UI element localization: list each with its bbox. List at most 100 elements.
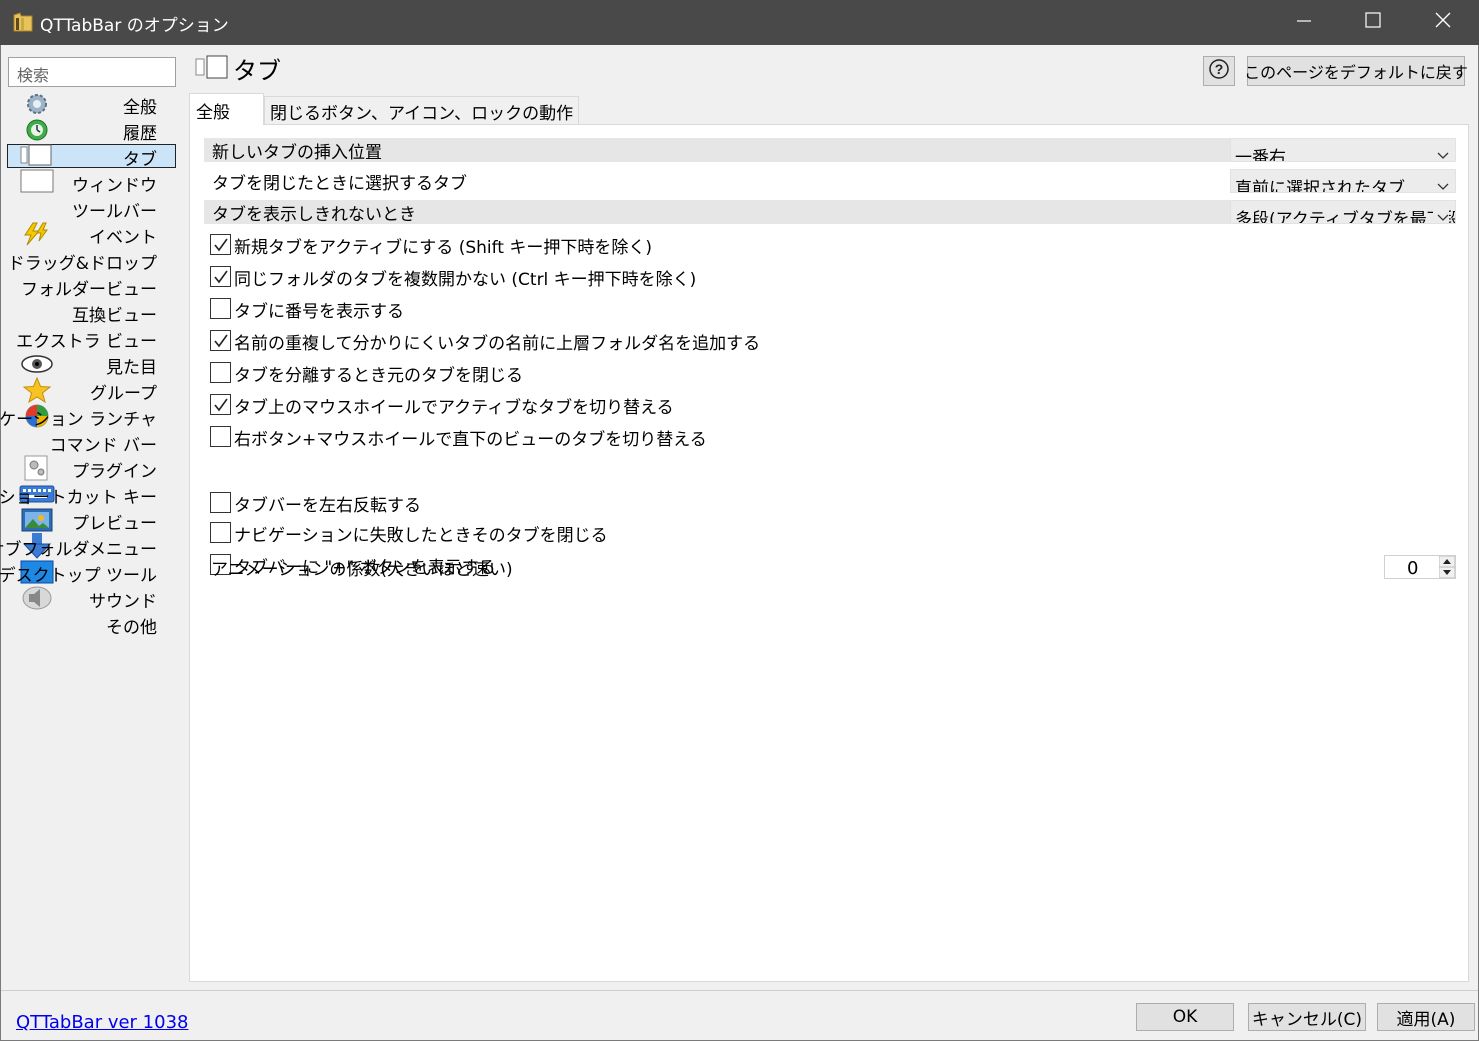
apply-button[interactable]: 適用(A) [1377,1003,1475,1031]
checkbox-label: 名前の重複して分かりにくいタブの名前に上層フォルダ名を追加する [234,334,761,354]
sidebar-item-label: コマンド バー [49,436,157,456]
sidebar-item[interactable]: プラグイン [1,455,181,482]
chevron-down-icon [1433,207,1449,223]
sidebar-item-label: ツールバー [72,202,157,222]
sidebar-item[interactable]: エクストラ ビュー [1,325,181,352]
checkbox-box[interactable] [210,362,231,383]
sidebar-item[interactable]: アプリケーション ランチャ [0,403,181,430]
search-input[interactable]: 検索 [8,57,176,87]
preview-icon [19,507,55,533]
maximize-icon [1365,12,1381,33]
ok-button[interactable]: OK [1136,1003,1234,1031]
checkbox-box[interactable] [210,330,231,351]
sidebar-item[interactable]: タブ [1,143,181,170]
tab-close-button-behavior[interactable]: 閉じるボタン、アイコン、ロックの動作 [264,96,580,125]
dropdown-value: 多段(アクティブタブを最下段) [1235,210,1456,224]
checkbox-box[interactable] [210,394,231,415]
lightning-icon [19,221,55,247]
chevron-down-icon [1437,145,1449,161]
checkbox-label: タブ上のマウスホイールでアクティブなタブを切り替える [234,398,674,418]
reset-defaults-button[interactable]: このページをデフォルトに戻す [1244,56,1468,86]
checkbox-label: タブに番号を表示する [234,302,404,322]
setting-row-overflow: タブを表示しきれないとき 多段(アクティブタブを最下段) [204,200,1456,225]
eye-icon [19,351,55,377]
dropdown-value: 一番右 [1235,148,1286,162]
sidebar-item-label: その他 [106,618,157,638]
close-icon [1435,12,1451,33]
category-list: 全般履歴タブウィンドウツールバーイベント ドラッグ&ドロップフォルダービュー 互換ビ… [0,91,181,638]
select-after-close-dropdown[interactable]: 直前に選択されたタブ [1230,169,1456,193]
sidebar-item[interactable]: デスクトップ ツール [0,559,181,586]
checkbox-label: タブバーを左右反転する [234,496,421,516]
sidebar-item[interactable]: サブフォルダメニュー [0,533,181,560]
sidebar-item-label: 履歴 [123,124,157,144]
sidebar-item[interactable]: サウンド [1,585,181,612]
sidebar-item[interactable]: プレビュー [1,507,181,534]
sidebar-item-label: 全般 [123,98,157,118]
sidebar-item[interactable]: ツールバー [1,195,181,222]
sidebar-item[interactable]: 全般 [1,91,181,118]
window-icon [19,169,55,195]
setting-row-select-after-close: タブを閉じたときに選択するタブ 直前に選択されたタブ [204,169,1456,194]
sidebar-item-label: フォルダービュー [21,280,157,300]
insert-position-dropdown[interactable]: 一番右 [1230,138,1456,162]
folder-app-icon [12,10,34,34]
close-button[interactable] [1408,0,1478,45]
tab-panel: 新しいタブの挿入位置 一番右 タブを閉じたときに選択するタブ 直前に選択されたタ… [189,124,1469,982]
checkbox-label: 右ボタン+マウスホイールで直下のビューのタブを切り替える [234,430,707,450]
setting-label: タブを閉じたときに選択するタブ [212,174,467,194]
sidebar-item[interactable]: グループ [1,376,181,404]
setting-row-insert-position: 新しいタブの挿入位置 一番右 [204,138,1456,163]
setting-label: 新しいタブの挿入位置 [212,143,382,163]
sidebar-item-label: ショートカット キー [0,488,157,508]
checkbox-box[interactable] [210,522,231,543]
cancel-button[interactable]: キャンセル(C) [1248,1003,1366,1031]
minimize-button[interactable] [1269,0,1339,45]
checkbox-box[interactable] [210,266,231,287]
sidebar-item[interactable]: ショートカット キー [0,481,181,508]
speaker-icon [19,585,55,611]
sidebar-item-label: ウィンドウ [72,176,157,196]
checkbox-label: タブを分離するとき元のタブを閉じる [234,366,523,386]
sidebar-item-label: グループ [90,384,157,404]
spinner-buttons[interactable] [1438,555,1456,579]
sidebar-item[interactable]: その他 [1,611,181,638]
tab-general[interactable]: 全般 [189,93,264,125]
plugin-icon [19,455,55,481]
version-link[interactable]: QTTabBar ver 1038 [16,1012,188,1033]
setting-label: タブを表示しきれないとき [212,205,416,225]
animation-speed-spinner[interactable]: 0 [1384,555,1456,579]
sidebar-item[interactable]: ウィンドウ [1,169,181,196]
help-button[interactable]: ? [1203,56,1235,86]
spinner-value: 0 [1407,558,1419,579]
dropdown-value: 直前に選択されたタブ [1235,179,1405,193]
maximize-button[interactable] [1338,0,1408,45]
sidebar-item-label: アプリケーション ランチャ [0,410,157,430]
sidebar-item-label: タブ [123,150,157,170]
sidebar-item[interactable]: 履歴 [1,117,181,144]
tab-icon [195,55,229,79]
svg-text:?: ? [1215,61,1224,77]
checkbox-box[interactable] [210,234,231,255]
sidebar-item-label: デスクトップ ツール [0,566,157,586]
tab-icon [19,143,55,169]
sidebar-item[interactable]: 互換ビュー [1,299,181,326]
window-title: QTTabBar のオプション [40,16,229,36]
sidebar-item[interactable]: 見た目 [1,351,181,378]
checkbox-box[interactable] [210,492,231,513]
checkbox-box[interactable] [210,426,231,447]
overflow-dropdown[interactable]: 多段(アクティブタブを最下段) [1230,200,1456,224]
checkbox-label: 同じフォルダのタブを複数開かない (Ctrl キー押下時を除く) [234,270,697,290]
sidebar-item[interactable]: イベント [1,221,181,248]
sidebar-item-label: エクストラ ビュー [16,332,157,352]
sidebar-item[interactable]: ドラッグ&ドロップ [1,247,181,274]
sidebar-item-label: プレビュー [72,514,157,534]
sidebar: 検索 全般履歴タブウィンドウツールバーイベント ドラッグ&ドロップフォルダービュー… [0,45,181,990]
sidebar-item-label: イベント [89,228,157,248]
animation-speed-label: アニメーションの係数(大きいほど速い) [211,560,513,580]
sidebar-item[interactable]: コマンド バー [1,429,181,456]
checkbox-box[interactable] [210,298,231,319]
sidebar-item[interactable]: フォルダービュー [1,273,181,300]
sidebar-item-label: プラグイン [72,462,157,482]
sidebar-item-label: サブフォルダメニュー [0,540,157,560]
